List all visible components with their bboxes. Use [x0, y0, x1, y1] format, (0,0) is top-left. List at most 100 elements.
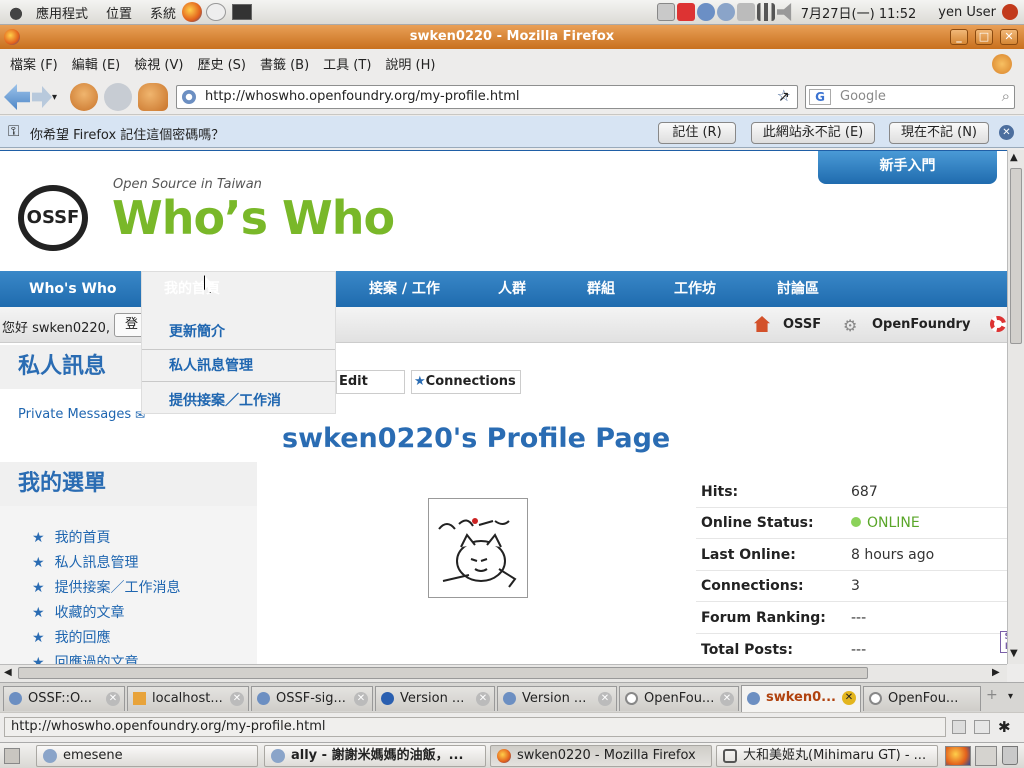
- remember-password-button[interactable]: 記住 (R): [658, 122, 736, 144]
- scroll-down-icon[interactable]: ▼: [1010, 648, 1018, 659]
- search-field[interactable]: G Google ⌕: [805, 85, 1015, 109]
- signal-tray-icon[interactable]: [756, 3, 775, 21]
- sidebar-item-replied[interactable]: ★ 回應過的文章: [32, 652, 139, 664]
- tab-close-icon[interactable]: ✕: [842, 691, 856, 705]
- openfoundry-link[interactable]: OpenFoundry: [872, 317, 970, 332]
- browser-tab[interactable]: localhost... ✕: [127, 686, 249, 711]
- browser-tab-active[interactable]: swken0... ✕: [741, 685, 861, 712]
- browser-tab[interactable]: Version ... ✕: [497, 686, 617, 711]
- url-bar[interactable]: http://whoswho.openfoundry.org/my-profil…: [176, 85, 798, 109]
- openfoundry-gear-icon[interactable]: ⚙: [843, 316, 857, 335]
- dropdown-offer-jobs[interactable]: 提供接案／工作消: [169, 390, 281, 410]
- menu-history[interactable]: 歷史 (S): [197, 54, 246, 73]
- addon-status-icon[interactable]: [974, 720, 990, 734]
- scroll-right-icon[interactable]: ▶: [992, 667, 1000, 678]
- sidebar-item-my-replies[interactable]: ★ 我的回應: [32, 627, 111, 647]
- avatar[interactable]: [428, 498, 528, 598]
- printer-tray-icon[interactable]: [736, 3, 755, 21]
- gnome-foot-icon[interactable]: [6, 3, 26, 21]
- firefox-launcher-icon[interactable]: [182, 2, 203, 22]
- site-identity-icon[interactable]: [182, 90, 196, 104]
- logout-button[interactable]: 登: [114, 313, 144, 337]
- user-name[interactable]: yen User: [938, 5, 996, 20]
- never-remember-button[interactable]: 此網站永不記 (E): [751, 122, 875, 144]
- workspace-switcher-icon[interactable]: [975, 746, 997, 766]
- search-magnifier-icon[interactable]: ⌕: [1002, 85, 1010, 107]
- places-menu[interactable]: 位置: [102, 1, 136, 24]
- maximize-button[interactable]: □: [975, 29, 993, 45]
- nav-workshop[interactable]: 工作坊: [674, 271, 716, 307]
- scim-input-icon[interactable]: SC IM: [1000, 631, 1007, 653]
- taskbar-item-chat[interactable]: ally - 謝謝米媽媽的油飯，...: [264, 745, 486, 767]
- menu-file[interactable]: 檔案 (F): [10, 54, 58, 73]
- tab-close-icon[interactable]: ✕: [720, 692, 734, 706]
- mail-launcher-icon[interactable]: [206, 3, 227, 21]
- google-engine-icon[interactable]: G: [809, 89, 831, 105]
- download-tray-icon[interactable]: [676, 3, 695, 21]
- nav-forum[interactable]: 討論區: [777, 271, 819, 307]
- scroll-up-icon[interactable]: ▲: [1010, 152, 1018, 163]
- ossf-home-icon[interactable]: [754, 316, 770, 332]
- sidebar-item-favorites[interactable]: ★ 收藏的文章: [32, 602, 125, 622]
- tab-close-icon[interactable]: ✕: [106, 692, 120, 706]
- vertical-scrollbar[interactable]: ▲ ▼: [1007, 150, 1024, 664]
- volume-icon[interactable]: [776, 3, 792, 21]
- system-menu[interactable]: 系統: [146, 1, 180, 24]
- taskbar-item-music[interactable]: 大和美姬丸(Mihimaru GT) - ...: [716, 745, 938, 767]
- sidebar-item-my-home[interactable]: ★ 我的首頁: [32, 527, 111, 547]
- menu-edit[interactable]: 編輯 (E): [72, 54, 121, 73]
- firebug-icon[interactable]: ✱: [998, 718, 1011, 736]
- nav-my-home[interactable]: 我的首頁: [164, 271, 220, 307]
- menu-view[interactable]: 檢視 (V): [134, 54, 183, 73]
- minimize-button[interactable]: _: [950, 29, 968, 45]
- tab-list-icon[interactable]: ▾: [1008, 691, 1013, 702]
- browser-tab[interactable]: OpenFou... ✕: [619, 686, 739, 711]
- taskbar-item-emesene[interactable]: emesene: [36, 745, 258, 767]
- terminal-launcher-icon[interactable]: [232, 4, 253, 20]
- scroll-thumb[interactable]: [1010, 168, 1022, 344]
- trash-icon[interactable]: [1002, 746, 1018, 765]
- sidebar-item-pm-manage[interactable]: ★ 私人訊息管理: [32, 552, 139, 572]
- tab-close-icon[interactable]: ✕: [230, 692, 244, 706]
- security-lock-icon[interactable]: [952, 720, 966, 734]
- taskbar-item-firefox[interactable]: swken0220 - Mozilla Firefox: [490, 745, 712, 767]
- new-tab-icon[interactable]: +: [986, 687, 998, 703]
- profile-tab-connections[interactable]: ★Connections: [411, 370, 521, 394]
- power-icon[interactable]: [1002, 4, 1018, 20]
- menu-tools[interactable]: 工具 (T): [323, 54, 371, 73]
- reload-button-icon[interactable]: [70, 83, 98, 111]
- not-now-button[interactable]: 現在不記 (N): [889, 122, 989, 144]
- dropdown-pm-manage[interactable]: 私人訊息管理: [169, 355, 253, 375]
- home-button-icon[interactable]: [138, 83, 168, 111]
- stop-button-icon[interactable]: [104, 83, 132, 111]
- ossf-link[interactable]: OSSF: [783, 317, 821, 332]
- menu-help[interactable]: 說明 (H): [385, 54, 435, 73]
- hscroll-thumb[interactable]: [18, 667, 868, 679]
- show-desktop-icon[interactable]: [4, 748, 20, 764]
- menu-bookmarks[interactable]: 書籤 (B): [260, 54, 309, 73]
- browser-tab[interactable]: OpenFou...: [863, 686, 981, 711]
- nav-people[interactable]: 人群: [498, 271, 526, 307]
- browser-tab[interactable]: OSSF::O... ✕: [3, 686, 125, 711]
- user-tray-icon[interactable]: [716, 3, 735, 21]
- ossf-logo[interactable]: OSSF: [18, 185, 88, 251]
- horizontal-scrollbar[interactable]: ◀ ▶: [0, 664, 1007, 682]
- network-tray-icon[interactable]: [656, 3, 675, 21]
- clock[interactable]: 7月27日(一) 11:52: [801, 3, 917, 22]
- dropdown-update-profile[interactable]: 更新簡介: [169, 321, 225, 341]
- scroll-left-icon[interactable]: ◀: [4, 667, 12, 678]
- tab-close-icon[interactable]: ✕: [476, 692, 490, 706]
- history-dropdown-icon[interactable]: ▾: [52, 92, 57, 103]
- close-notification-icon[interactable]: ✕: [999, 125, 1014, 140]
- back-button-icon[interactable]: [4, 84, 30, 110]
- nav-whos-who[interactable]: Who's Who: [29, 271, 117, 307]
- workspace-firefox-icon[interactable]: [945, 746, 971, 766]
- newbie-guide-button[interactable]: 新手入門: [818, 151, 997, 184]
- nav-jobs[interactable]: 接案 / 工作: [369, 271, 440, 307]
- tab-close-icon[interactable]: ✕: [354, 692, 368, 706]
- firefox-window-icon[interactable]: [4, 29, 20, 45]
- browser-tab[interactable]: OSSF-sig... ✕: [251, 686, 373, 711]
- close-button[interactable]: ✕: [1000, 29, 1018, 45]
- tab-close-icon[interactable]: ✕: [598, 692, 612, 706]
- go-button-icon[interactable]: ↗: [778, 89, 790, 105]
